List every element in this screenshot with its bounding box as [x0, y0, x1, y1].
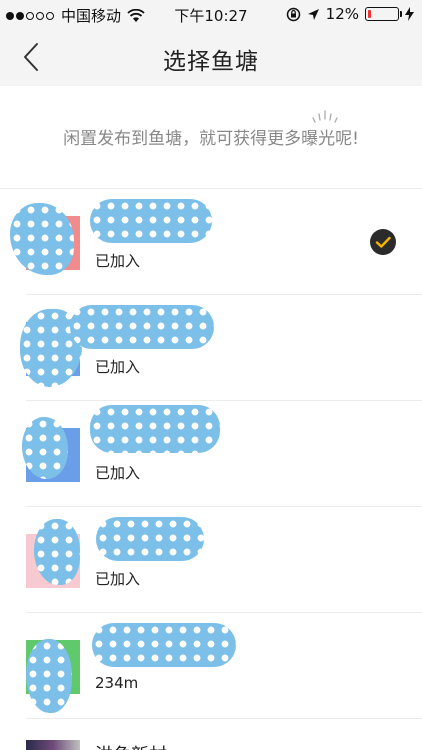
nav-bar: 选择鱼塘: [0, 28, 422, 86]
pond-status: 已加入: [95, 464, 141, 482]
battery-percent: 12%: [325, 5, 359, 23]
redacted-image: [22, 417, 68, 479]
pond-item[interactable]: 洪角新村: [26, 719, 422, 750]
tip-text: 闲置发布到鱼塘，就可获得更多曝光呢!: [63, 129, 359, 149]
redacted-name: [70, 305, 214, 349]
tip-banner: 闲置发布到鱼塘，就可获得更多曝光呢!: [0, 86, 422, 189]
pond-item[interactable]: 已加入: [26, 507, 422, 613]
redacted-image: [26, 639, 72, 713]
pond-list: 已加入 已加入 已加入 已加入 234m: [0, 189, 422, 750]
pond-item[interactable]: 已加入: [10, 189, 422, 295]
redacted-name: [90, 199, 212, 243]
status-right: 12%: [280, 5, 414, 23]
redacted-image: [10, 203, 74, 275]
orientation-lock-icon: [286, 7, 300, 21]
sparkle-icon: [312, 110, 338, 123]
status-bar: 中国移动 下午10:27 12%: [0, 0, 422, 28]
battery-icon: [365, 7, 402, 21]
pond-status: 已加入: [95, 358, 141, 376]
charging-bolt-icon: [405, 7, 414, 21]
pond-item[interactable]: 234m: [26, 613, 422, 719]
location-arrow-icon: [307, 8, 319, 20]
page-title: 选择鱼塘: [163, 49, 259, 75]
battery-level: [368, 10, 371, 18]
check-icon: [370, 229, 396, 255]
redacted-name: [90, 405, 220, 453]
redacted-name: [96, 517, 204, 561]
redacted-name: [92, 623, 236, 667]
redacted-image: [34, 519, 80, 585]
pond-item[interactable]: 已加入: [20, 295, 422, 401]
pond-name: 洪角新村: [95, 741, 167, 750]
pond-item[interactable]: 已加入: [22, 401, 422, 507]
screen: 中国移动 下午10:27 12% 选择鱼塘 闲置发布到鱼塘，就可获得更多曝光呢!…: [0, 0, 422, 750]
pond-status: 234m: [95, 674, 139, 692]
pond-status: 已加入: [95, 570, 141, 588]
pond-status: 已加入: [95, 252, 141, 270]
pond-thumbnail: [26, 740, 80, 750]
